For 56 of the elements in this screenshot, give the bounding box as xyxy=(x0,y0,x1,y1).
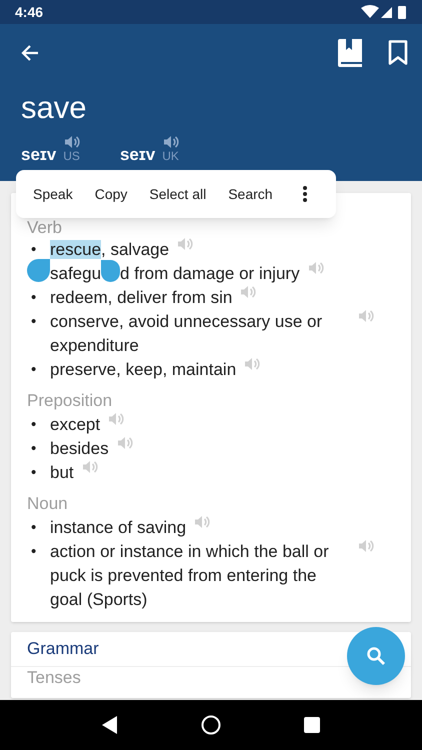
bullet: • xyxy=(30,288,38,308)
bullet: • xyxy=(30,312,38,332)
definition-text: rescue, salvage xyxy=(50,239,170,261)
more-icon[interactable] xyxy=(302,186,307,202)
speaker-icon[interactable] xyxy=(240,284,256,300)
definition-text: besides xyxy=(50,438,109,460)
bullet: • xyxy=(30,463,38,483)
region-label: US xyxy=(63,150,80,162)
headword: save xyxy=(21,90,88,126)
menu-item[interactable]: Speak xyxy=(22,174,84,214)
part-of-speech-heading: Preposition xyxy=(27,390,114,412)
home-icon[interactable] xyxy=(200,715,221,735)
definition-text: preserve, keep, maintain xyxy=(50,359,236,381)
definition-text: except xyxy=(50,414,100,436)
definition-text: action or instance in which the ball or puck is prevented from entering the goal (Sports) xyxy=(50,541,330,611)
speaker-icon[interactable] xyxy=(64,134,80,150)
speaker-icon[interactable] xyxy=(116,435,133,451)
menu-item[interactable]: Select all xyxy=(138,174,218,214)
speaker-icon[interactable] xyxy=(244,356,260,372)
selection-handle[interactable] xyxy=(101,260,120,282)
recents-icon[interactable] xyxy=(304,717,320,733)
definition-text: instance of saving xyxy=(50,517,186,539)
bullet: • xyxy=(30,439,38,459)
definition-text: safegu xyxy=(50,263,102,285)
menu-item[interactable]: Search xyxy=(217,174,284,214)
definition-text: but xyxy=(50,462,74,484)
definition-text: redeem, deliver from sin xyxy=(50,287,232,309)
speaker-icon[interactable] xyxy=(177,236,194,252)
part-of-speech-heading: Verb xyxy=(27,217,63,238)
status-icons xyxy=(361,5,407,19)
bullet: • xyxy=(30,360,38,380)
phonetic-text: seɪv xyxy=(120,144,156,166)
bookmark-icon[interactable] xyxy=(388,40,408,66)
part-of-speech-heading: Noun xyxy=(27,493,69,515)
bullet: • xyxy=(30,518,38,538)
phonetic-text: seɪv xyxy=(21,144,56,166)
clock-time: 4:46 xyxy=(15,2,44,22)
back-icon[interactable] xyxy=(102,716,118,734)
selection-handle[interactable] xyxy=(27,259,50,282)
bullet: • xyxy=(30,415,38,435)
back-arrow-icon[interactable] xyxy=(21,44,39,62)
speaker-icon[interactable] xyxy=(194,514,210,530)
bullet: • xyxy=(30,542,38,562)
search-icon xyxy=(366,646,386,666)
menu-item[interactable]: Copy xyxy=(84,174,138,214)
speaker-icon[interactable] xyxy=(358,538,374,554)
speaker-icon[interactable] xyxy=(82,459,98,475)
speaker-icon[interactable] xyxy=(308,260,324,276)
speaker-icon[interactable] xyxy=(162,134,179,150)
speaker-icon[interactable] xyxy=(358,308,374,324)
speaker-icon[interactable] xyxy=(108,411,124,427)
bullet: • xyxy=(30,240,38,260)
definition-text: d from damage or injury xyxy=(120,263,300,285)
region-label: UK xyxy=(162,150,179,162)
section-heading: Tenses xyxy=(26,667,82,689)
book-icon[interactable] xyxy=(338,39,362,67)
